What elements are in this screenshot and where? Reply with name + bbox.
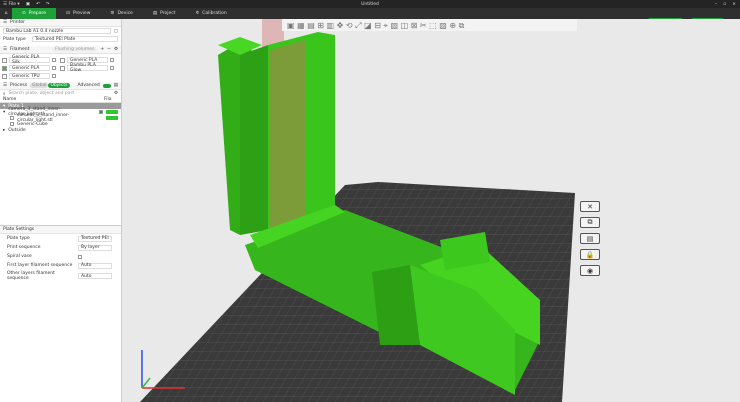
plate-type-label: Plate type — [3, 36, 26, 42]
window-title: Untitled — [361, 1, 379, 7]
plate-settings-header: Plate Settings — [0, 226, 121, 234]
spiral-vase-checkbox[interactable] — [78, 254, 82, 259]
filament-slot-5[interactable]: Generic TPU — [0, 72, 58, 80]
layers-icon[interactable]: ⧉ — [580, 217, 600, 228]
print-sequence-select[interactable]: By layer — [78, 244, 112, 251]
main-tabs: ⌂ ⊙ Prepare ⊡ Preview ⚙ Device ▤ Project… — [0, 8, 740, 25]
first-layer-sequence-select[interactable]: Auto — [78, 262, 112, 269]
filament-color-swatch[interactable] — [2, 57, 7, 63]
advanced-switch[interactable] — [102, 83, 111, 88]
filament-section-header: ☰ Filament Flushing volumes + − ⚙ — [0, 46, 121, 54]
filament-slot-1[interactable]: Generic PLA Silk — [0, 55, 58, 65]
filament-badge[interactable] — [106, 116, 118, 120]
home-button[interactable]: ⌂ — [0, 8, 12, 19]
filament-color-swatch[interactable] — [60, 57, 65, 63]
plate-type-select[interactable]: Textured PEI Plate — [32, 36, 118, 42]
outside-row[interactable]: ▸ Outside — [0, 127, 121, 133]
tab-project[interactable]: ▤ Project — [143, 8, 186, 19]
edit-icon[interactable] — [52, 74, 56, 78]
flushing-volumes-button[interactable]: Flushing volumes — [52, 47, 98, 52]
save-icon[interactable]: ▣ — [26, 2, 30, 7]
tab-calibration[interactable]: ✲ Calibration — [186, 8, 237, 19]
edit-icon[interactable] — [110, 58, 114, 62]
view-close-icon[interactable]: ✕ — [580, 201, 600, 212]
remove-filament-icon[interactable]: − — [107, 47, 111, 52]
other-layers-sequence-select[interactable]: Auto — [78, 273, 112, 279]
search-icon: ⌕ — [3, 91, 6, 97]
sidebar: ☰ Printer Bambu Lab A1 0.4 nozzle ▢ Plate… — [0, 19, 122, 402]
filament-color-swatch[interactable] — [2, 65, 7, 71]
tab-prepare[interactable]: ⊙ Prepare — [12, 8, 57, 19]
objects-toggle[interactable]: Objects — [48, 83, 70, 88]
printer-section-header: ☰ Printer — [0, 19, 121, 27]
filament-color-swatch[interactable] — [60, 65, 65, 71]
filament-slot-2[interactable]: Generic PLA — [0, 64, 58, 72]
edit-icon[interactable] — [110, 66, 114, 70]
list-icon[interactable]: ▤ — [580, 233, 600, 244]
modifier-icon — [10, 122, 14, 126]
tab-preview[interactable]: ⊡ Preview — [56, 8, 100, 19]
file-menu[interactable]: ☰ File ▾ — [3, 2, 20, 7]
filament-slot-4[interactable]: Bambu PLA Glow — [58, 63, 116, 73]
filament-color-swatch[interactable] — [2, 73, 7, 79]
top-toolbar: ▣ ▦ ▤ ⊞ ▥ ✥ ⟲ ⤢ ◪ ⊟ ⌖ ▧ ◫ ⊠ ✂ ⬚ ▨ ⊕ ⧉ — [282, 19, 577, 31]
settings-icon[interactable]: ⚙ — [114, 91, 118, 96]
edit-icon[interactable] — [52, 66, 56, 70]
3d-viewport[interactable]: ▣ ▦ ▤ ⊞ ▥ ✥ ⟲ ⤢ ◪ ⊟ ⌖ ▧ ◫ ⊠ ✂ ⬚ ▨ ⊕ ⧉ — [122, 19, 740, 402]
add-filament-icon[interactable]: + — [100, 47, 104, 52]
advanced-label: Advanced — [77, 83, 100, 88]
tab-device[interactable]: ⚙ Device — [100, 8, 142, 19]
edit-printer-icon[interactable]: ▢ — [114, 29, 118, 34]
toolbar-icons[interactable]: ▣ ▦ ▤ ⊞ ▥ ✥ ⟲ ⤢ ◪ ⊟ ⌖ ▧ ◫ ⊠ ✂ ⬚ ▨ ⊕ ⧉ — [287, 21, 465, 30]
filament-settings-icon[interactable]: ⚙ — [114, 47, 118, 52]
process-section-header: ☰ Process Global Objects Advanced ▤ — [0, 82, 121, 90]
lock-icon[interactable]: 🔒 — [580, 249, 600, 260]
plate-type-select[interactable]: Textured PEI — [78, 235, 112, 242]
filament-badge[interactable] — [106, 110, 118, 114]
compare-icon[interactable]: ▤ — [114, 83, 118, 88]
title-bar: ☰ File ▾ ▣ ↶ ↷ Untitled – ▫ × — [0, 0, 740, 8]
printer-select[interactable]: Bambu Lab A1 0.4 nozzle — [3, 28, 111, 34]
minimize-icon[interactable]: – — [715, 2, 717, 7]
redo-icon[interactable]: ↷ — [46, 2, 50, 7]
global-toggle[interactable]: Global — [30, 83, 49, 88]
part-icon — [10, 116, 14, 120]
eye-icon[interactable]: ◉ — [580, 265, 600, 276]
part-row[interactable]: camera_3_stand_inner-circular_light.stl — [0, 113, 121, 123]
undo-icon[interactable]: ↶ — [36, 2, 40, 7]
maximize-icon[interactable]: ▫ — [723, 2, 726, 7]
object-search-input[interactable]: Search plate, object and part — [9, 91, 111, 96]
edit-icon[interactable] — [52, 58, 56, 62]
close-icon[interactable]: × — [732, 2, 736, 7]
